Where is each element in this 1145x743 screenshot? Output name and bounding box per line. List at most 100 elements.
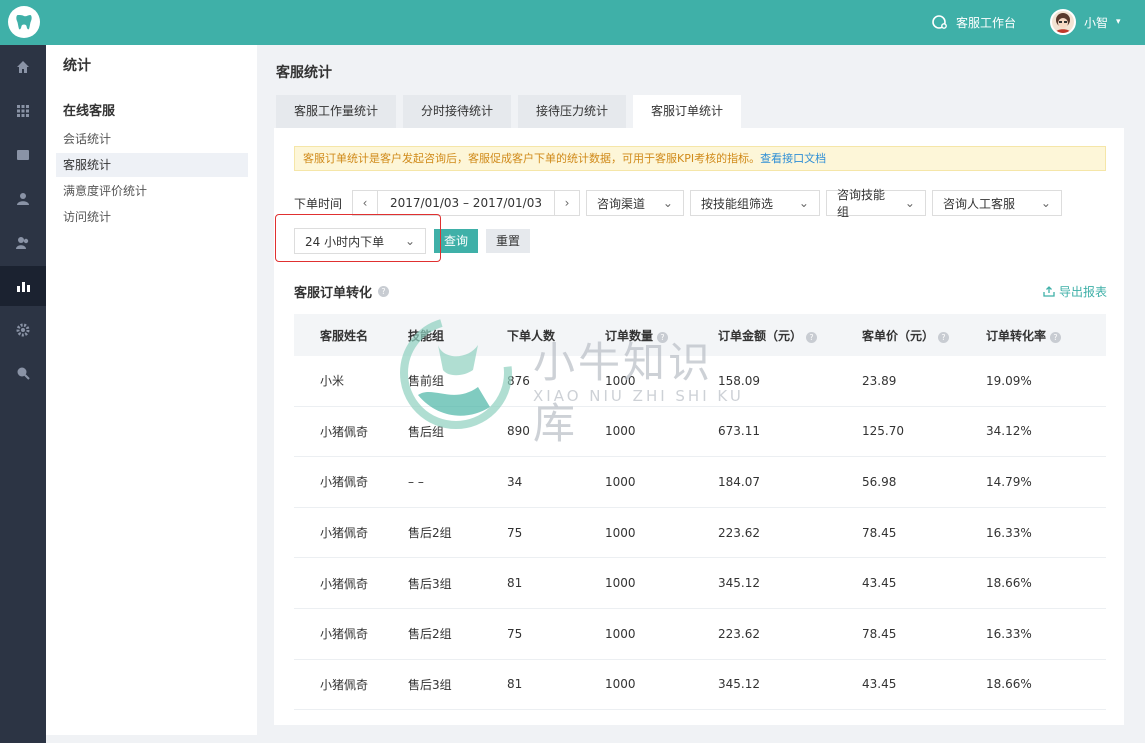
nav-messages[interactable] — [0, 135, 46, 175]
nav-search[interactable] — [0, 353, 46, 393]
cell-agent-name: 小猪佩奇 — [320, 677, 369, 692]
cell-order-count: 1000 — [605, 626, 636, 641]
grid-icon — [17, 105, 29, 117]
cell-buyers: 34 — [507, 474, 523, 489]
date-range-value[interactable]: 2017/01/03 – 2017/01/03 — [377, 191, 555, 215]
user-menu[interactable]: 小智 ▾ — [1050, 9, 1121, 35]
tab-orders[interactable]: 客服订单统计 — [633, 95, 742, 128]
sidebar-item-satisfaction-stats[interactable]: 满意度评价统计 — [56, 179, 248, 203]
nav-settings[interactable] — [0, 310, 46, 350]
help-icon[interactable]: ? — [806, 331, 818, 343]
cell-skill-group: 售后3组 — [408, 677, 452, 692]
chevron-down-icon: ⌄ — [904, 196, 915, 210]
secondary-sidebar: 统计 在线客服 会话统计 客服统计 满意度评价统计 访问统计 — [46, 45, 257, 735]
workspace-label: 客服工作台 — [956, 15, 1017, 30]
cell-order-amount: 345.12 — [718, 576, 760, 591]
cell-agent-name: 小猪佩奇 — [320, 475, 369, 490]
filter-row: 下单时间 ‹ 2017/01/03 – 2017/01/03 › 咨询渠道 ⌄ 按… — [294, 188, 1062, 219]
team-icon — [16, 236, 29, 249]
cell-avg-price: 43.45 — [862, 576, 897, 591]
agent-select[interactable]: 咨询人工客服 ⌄ — [931, 190, 1062, 216]
cell-skill-group: 售后2组 — [408, 526, 452, 541]
cell-order-amount: 158.09 — [718, 373, 760, 388]
cell-avg-price: 56.98 — [862, 474, 897, 489]
nav-statistics[interactable] — [0, 266, 46, 306]
cell-agent-name: 小猪佩奇 — [320, 526, 369, 541]
cell-order-count: 1000 — [605, 373, 636, 388]
date-range-picker[interactable]: ‹ 2017/01/03 – 2017/01/03 › — [352, 190, 580, 216]
cell-order-count: 1000 — [605, 677, 636, 692]
notice-banner: 客服订单统计是客户发起咨询后，客服促成客户下单的统计数据，可用于客服KPI考核的… — [294, 146, 1106, 171]
sidebar-item-session-stats[interactable]: 会话统计 — [56, 127, 248, 151]
next-date-button[interactable]: › — [555, 191, 579, 215]
section-title: 客服订单转化 ? — [294, 282, 390, 301]
table-row: 小猪佩奇 售后3组 81 1000 345.12 43.45 18.66% — [294, 558, 1106, 609]
skill-filter-select[interactable]: 按技能组筛选 ⌄ — [689, 190, 820, 216]
channel-select[interactable]: 咨询渠道 ⌄ — [585, 190, 684, 216]
export-label: 导出报表 — [1058, 285, 1107, 299]
col-avg-price[interactable]: 客单价（元）? — [862, 327, 986, 344]
user-name: 小智 — [1084, 15, 1109, 30]
tab-hourly[interactable]: 分时接待统计 — [403, 95, 512, 128]
table-body: 小米 售前组 876 1000 158.09 23.89 19.09% 小猪佩奇 售后组 890 1… — [294, 356, 1106, 711]
col-agent-name[interactable]: 客服姓名 — [294, 327, 408, 344]
table-row: 小猪佩奇 售后2组 75 1000 223.62 78.45 16.33% — [294, 609, 1106, 660]
export-icon — [1043, 286, 1055, 297]
cell-conversion-rate: 34.12% — [986, 424, 1032, 439]
tab-workload[interactable]: 客服工作量统计 — [276, 95, 397, 128]
nav-user[interactable] — [0, 178, 46, 218]
chevron-down-icon: ⌄ — [662, 196, 673, 210]
cell-buyers: 890 — [507, 424, 530, 439]
help-icon[interactable]: ? — [1050, 331, 1062, 343]
help-icon[interactable]: ? — [657, 331, 669, 343]
app-logo[interactable] — [8, 6, 40, 38]
skill-group-value: 咨询技能组 — [836, 188, 885, 219]
cell-order-amount: 673.11 — [718, 424, 760, 439]
prev-date-button[interactable]: ‹ — [353, 191, 377, 215]
chevron-down-icon: ▾ — [1116, 17, 1121, 27]
nav-home[interactable] — [0, 47, 46, 87]
cell-buyers: 876 — [507, 373, 530, 388]
cell-avg-price: 23.89 — [862, 373, 897, 388]
cell-conversion-rate: 18.66% — [986, 677, 1032, 692]
export-report-button[interactable]: 导出报表 — [1043, 283, 1107, 300]
tab-pressure[interactable]: 接待压力统计 — [518, 95, 627, 128]
help-icon[interactable]: ? — [378, 286, 390, 297]
highlight-box — [275, 214, 441, 262]
table-row: 小猪佩奇 售后2组 75 1000 223.62 78.45 16.33% — [294, 508, 1106, 559]
col-skill-group[interactable]: 技能组 — [408, 327, 507, 344]
nav-team[interactable] — [0, 222, 46, 262]
table-row: 小猪佩奇 – – 34 1000 184.07 56.98 14.79% — [294, 457, 1106, 508]
reset-button[interactable]: 重置 — [486, 229, 531, 253]
cell-conversion-rate: 16.33% — [986, 626, 1032, 641]
workspace-link[interactable]: 客服工作台 — [930, 13, 1016, 31]
gear-icon — [16, 323, 30, 337]
api-doc-link[interactable]: 查看接口文档 — [760, 152, 826, 165]
col-order-count-label: 订单数量 — [605, 328, 654, 343]
skill-filter-value: 按技能组筛选 — [700, 196, 773, 211]
col-order-amount[interactable]: 订单金额（元）? — [718, 327, 862, 344]
cell-order-count: 1000 — [605, 576, 636, 591]
cell-skill-group: 售后3组 — [408, 576, 452, 591]
nav-apps[interactable] — [0, 91, 46, 131]
sidebar-item-agent-stats[interactable]: 客服统计 — [56, 153, 248, 177]
cell-avg-price: 43.45 — [862, 677, 897, 692]
cell-skill-group: 售后2组 — [408, 627, 452, 642]
search-icon — [17, 367, 30, 380]
notice-text: 客服订单统计是客户发起咨询后，客服促成客户下单的统计数据，可用于客服KPI考核的… — [303, 152, 761, 165]
tab-bar: 客服工作量统计 分时接待统计 接待压力统计 客服订单统计 — [276, 95, 742, 128]
col-order-count[interactable]: 订单数量? — [605, 327, 718, 344]
cell-order-count: 1000 — [605, 474, 636, 489]
col-buyers[interactable]: 下单人数 — [507, 327, 605, 344]
skill-group-select[interactable]: 咨询技能组 ⌄ — [825, 188, 926, 219]
sidebar-title: 统计 — [63, 58, 91, 74]
help-icon[interactable]: ? — [938, 331, 950, 343]
table-row: 小猪佩奇 售后3组 81 1000 345.12 43.45 18.66% — [294, 660, 1106, 711]
col-order-amount-label: 订单金额（元） — [718, 328, 803, 343]
col-conversion-rate[interactable]: 订单转化率? — [986, 327, 1106, 344]
user-avatar-icon — [1055, 13, 1071, 33]
cell-avg-price: 78.45 — [862, 525, 897, 540]
cell-conversion-rate: 16.33% — [986, 525, 1032, 540]
sidebar-item-visit-stats[interactable]: 访问统计 — [56, 205, 248, 229]
cell-conversion-rate: 18.66% — [986, 576, 1032, 591]
